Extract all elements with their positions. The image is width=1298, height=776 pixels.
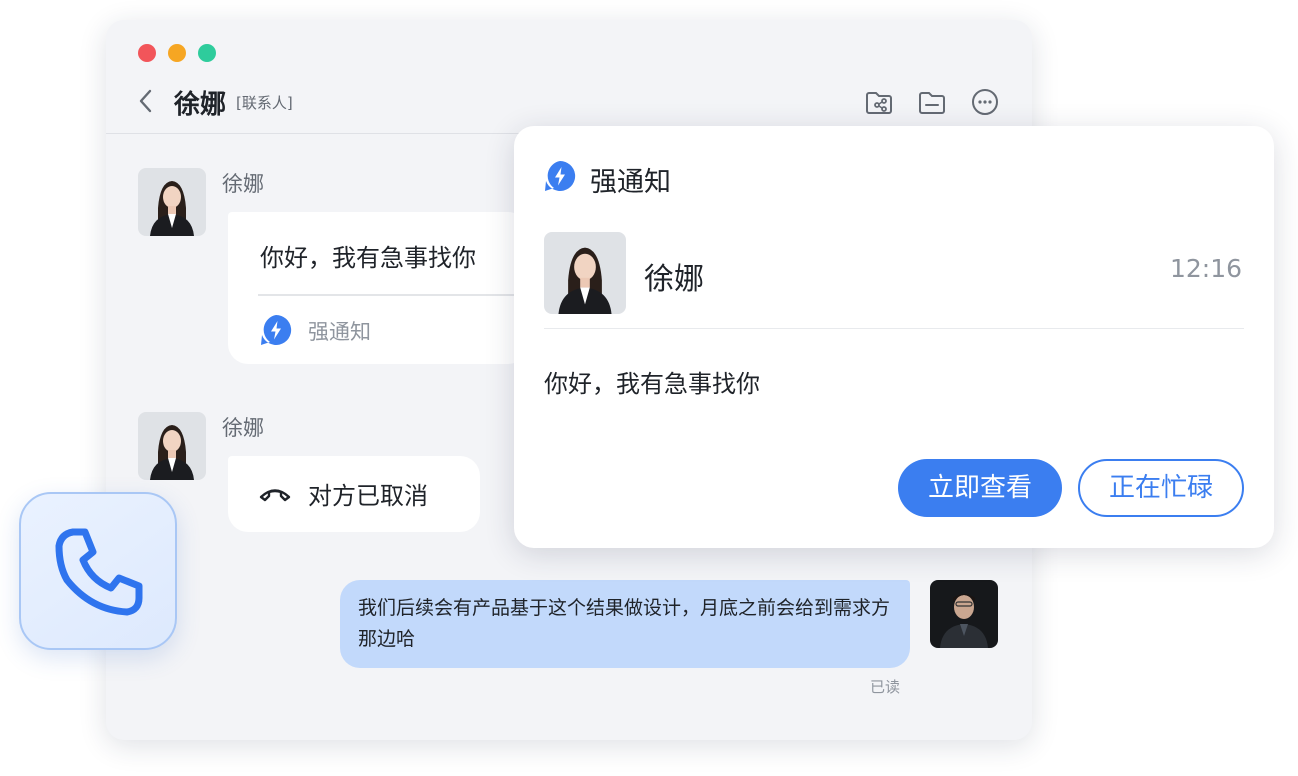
notification-message: 你好，我有急事找你 [544,370,760,398]
contact-tag: [联系人] [236,94,293,112]
notification-time: 12:16 [1169,254,1242,283]
my-avatar[interactable] [930,580,998,648]
notice-label: 强通知 [308,320,371,344]
bubble-divider [258,294,528,296]
sender-name: 徐娜 [222,172,264,196]
busy-button[interactable]: 正在忙碌 [1078,459,1244,517]
phone-icon [55,528,143,616]
notification-title: 强通知 [590,167,671,198]
more-icon[interactable] [970,87,1000,117]
avatar[interactable] [138,168,206,236]
read-status: 已读 [870,678,901,696]
chat-title: 徐娜 [174,90,227,120]
sender-name: 徐娜 [222,416,264,440]
lightning-notice-icon [261,314,292,345]
urgent-notification-card[interactable]: 强通知 徐娜 12:16 你好，我有急事找你 立即查看 正在忙碌 [514,126,1274,548]
view-now-button[interactable]: 立即查看 [898,459,1062,517]
message-text: 我们后续会有产品基于这个结果做设计，月底之前会给到需求方那边哈 [358,597,891,650]
minimize-window-button[interactable] [168,44,186,62]
my-message-bubble[interactable]: 我们后续会有产品基于这个结果做设计，月底之前会给到需求方那边哈 [340,580,910,668]
share-folder-icon[interactable] [864,87,894,117]
divider [544,328,1244,329]
phone-call-tile[interactable] [19,492,177,650]
call-status-text: 对方已取消 [308,482,428,510]
lightning-notice-icon [545,160,576,191]
back-icon[interactable] [136,88,156,114]
avatar[interactable] [138,412,206,480]
notification-sender: 徐娜 [644,262,704,297]
sender-avatar [544,232,626,314]
call-cancelled-bubble[interactable]: 对方已取消 [228,456,480,532]
title-bar: 徐娜 [联系人] [106,20,1032,134]
message-bubble[interactable]: 你好，我有急事找你 强通知 [228,212,528,364]
maximize-window-button[interactable] [198,44,216,62]
hangup-icon [259,489,291,502]
folder-icon[interactable] [917,87,947,117]
close-window-button[interactable] [138,44,156,62]
message-text: 你好，我有急事找你 [260,244,476,272]
